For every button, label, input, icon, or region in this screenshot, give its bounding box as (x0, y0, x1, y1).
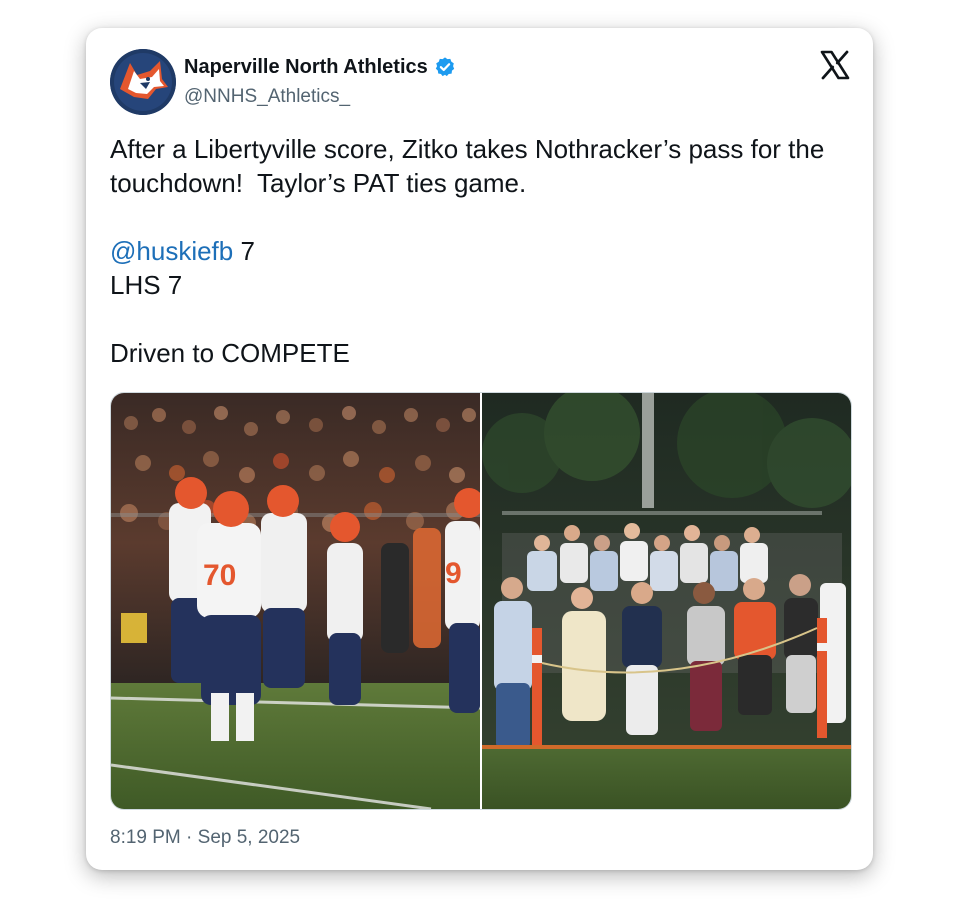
tweet-text: After a Libertyville score, Zitko takes … (110, 132, 855, 370)
tweet-line-3: LHS 7 (110, 270, 183, 300)
avatar[interactable] (110, 49, 176, 115)
media-grid: 70 9 (110, 392, 852, 810)
jersey-number-9: 9 (445, 557, 462, 590)
verified-badge-icon (435, 57, 454, 77)
account-handle[interactable]: @NNHS_Athletics_ (184, 85, 350, 109)
tweet-card: Naperville North Athletics @NNHS_Athleti… (86, 28, 873, 870)
student-section-photo[interactable] (482, 393, 851, 809)
name-row: Naperville North Athletics (184, 55, 456, 79)
x-logo-icon[interactable] (819, 49, 851, 81)
tweet-line-2: @huskiefb 7 (110, 234, 855, 268)
husky-logo-icon (110, 49, 176, 115)
display-name[interactable]: Naperville North Athletics (184, 55, 428, 79)
jersey-number-70: 70 (203, 559, 236, 592)
football-players-photo[interactable]: 70 9 (111, 393, 480, 809)
mention-link[interactable]: @huskiefb (110, 236, 233, 266)
timestamp[interactable]: 8:19 PM · Sep 5, 2025 (110, 826, 300, 850)
tweet-line-1: After a Libertyville score, Zitko takes … (110, 134, 832, 198)
tweet-line-4: Driven to COMPETE (110, 338, 350, 368)
mention-score: 7 (233, 236, 255, 266)
